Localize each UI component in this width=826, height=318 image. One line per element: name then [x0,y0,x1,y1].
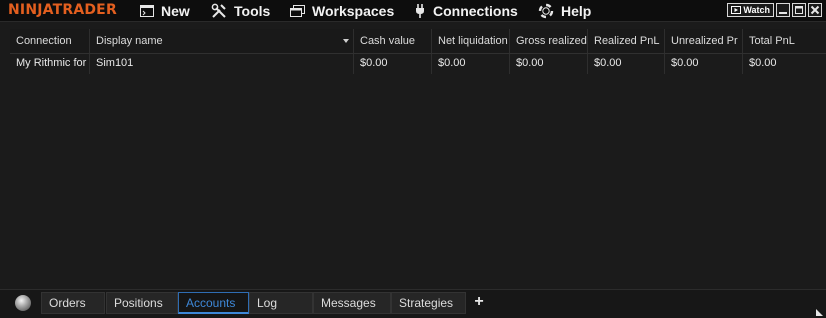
tab-strategies[interactable]: Strategies [391,292,466,314]
cell-realized-pnl: $0.00 [588,54,665,74]
tab-log[interactable]: Log [249,292,313,314]
column-header-total-pnl[interactable]: Total PnL [743,29,826,53]
cell-net-liquidation: $0.00 [432,54,510,74]
menu-connections-label: Connections [433,2,518,19]
window-controls: Watch [727,3,822,17]
cell-cash-value: $0.00 [354,54,432,74]
tab-messages[interactable]: Messages [313,292,391,314]
tab-orders[interactable]: Orders [41,292,105,314]
menu-workspaces[interactable]: Workspaces [290,0,394,21]
menu-connections[interactable]: Connections [414,0,518,21]
column-header-display-name-label: Display name [96,35,163,47]
add-tab-button[interactable]: + [470,293,488,311]
maximize-button[interactable] [792,3,806,17]
app-logo: NINJATRADER [8,2,117,18]
menu-workspaces-label: Workspaces [312,2,395,19]
menu-tools-label: Tools [234,2,271,19]
column-header-net-liquidation[interactable]: Net liquidation [432,29,510,53]
column-header-unrealized-pnl[interactable]: Unrealized Pr [665,29,743,53]
tab-positions[interactable]: Positions [106,292,178,314]
accounts-grid: Connection Display name Cash value Net l… [10,29,826,74]
column-header-connection[interactable]: Connection [10,29,90,53]
cell-unrealized-pnl: $0.00 [665,54,743,74]
resize-grip-icon[interactable] [815,308,824,317]
maximize-icon [795,6,803,14]
minimize-button[interactable] [776,3,790,17]
connection-status-icon[interactable] [15,295,31,311]
tools-icon [211,3,226,18]
cell-total-pnl: $0.00 [749,57,777,69]
column-header-realized-pnl[interactable]: Realized PnL [588,29,665,53]
close-button[interactable] [808,3,822,17]
menu-bar: NINJATRADER New Tools Workspaces Connect… [0,0,826,21]
tab-accounts[interactable]: Accounts [178,292,249,314]
new-window-icon [140,4,154,17]
grid-header: Connection Display name Cash value Net l… [10,29,826,54]
bottom-tab-bar: Orders Positions Accounts Log Messages S… [0,289,826,318]
plug-icon [416,3,424,18]
close-icon [810,5,820,15]
column-header-cash-value[interactable]: Cash value [354,29,432,53]
minimize-icon [779,12,787,14]
table-row[interactable]: My Rithmic for Sim101 $0.00 $0.00 $0.00 … [10,54,826,74]
accounts-panel: Connection Display name Cash value Net l… [0,21,826,289]
help-lifebuoy-icon [538,3,554,18]
menu-new-label: New [161,2,190,19]
column-header-display-name[interactable]: Display name [90,29,354,53]
cell-gross-realized: $0.00 [510,54,588,74]
menu-tools[interactable]: Tools [211,0,270,21]
menu-new[interactable]: New [140,0,190,21]
column-header-gross-realized[interactable]: Gross realized [510,29,588,53]
menu-help[interactable]: Help [538,0,591,21]
watch-button[interactable]: Watch [727,3,774,17]
watch-label: Watch [743,5,770,15]
workspaces-icon [290,4,305,17]
play-icon [731,6,742,14]
cell-display-name: Sim101 [90,54,354,74]
cell-connection: My Rithmic for [10,54,90,74]
sort-descending-icon [343,39,349,43]
menu-help-label: Help [561,2,592,19]
